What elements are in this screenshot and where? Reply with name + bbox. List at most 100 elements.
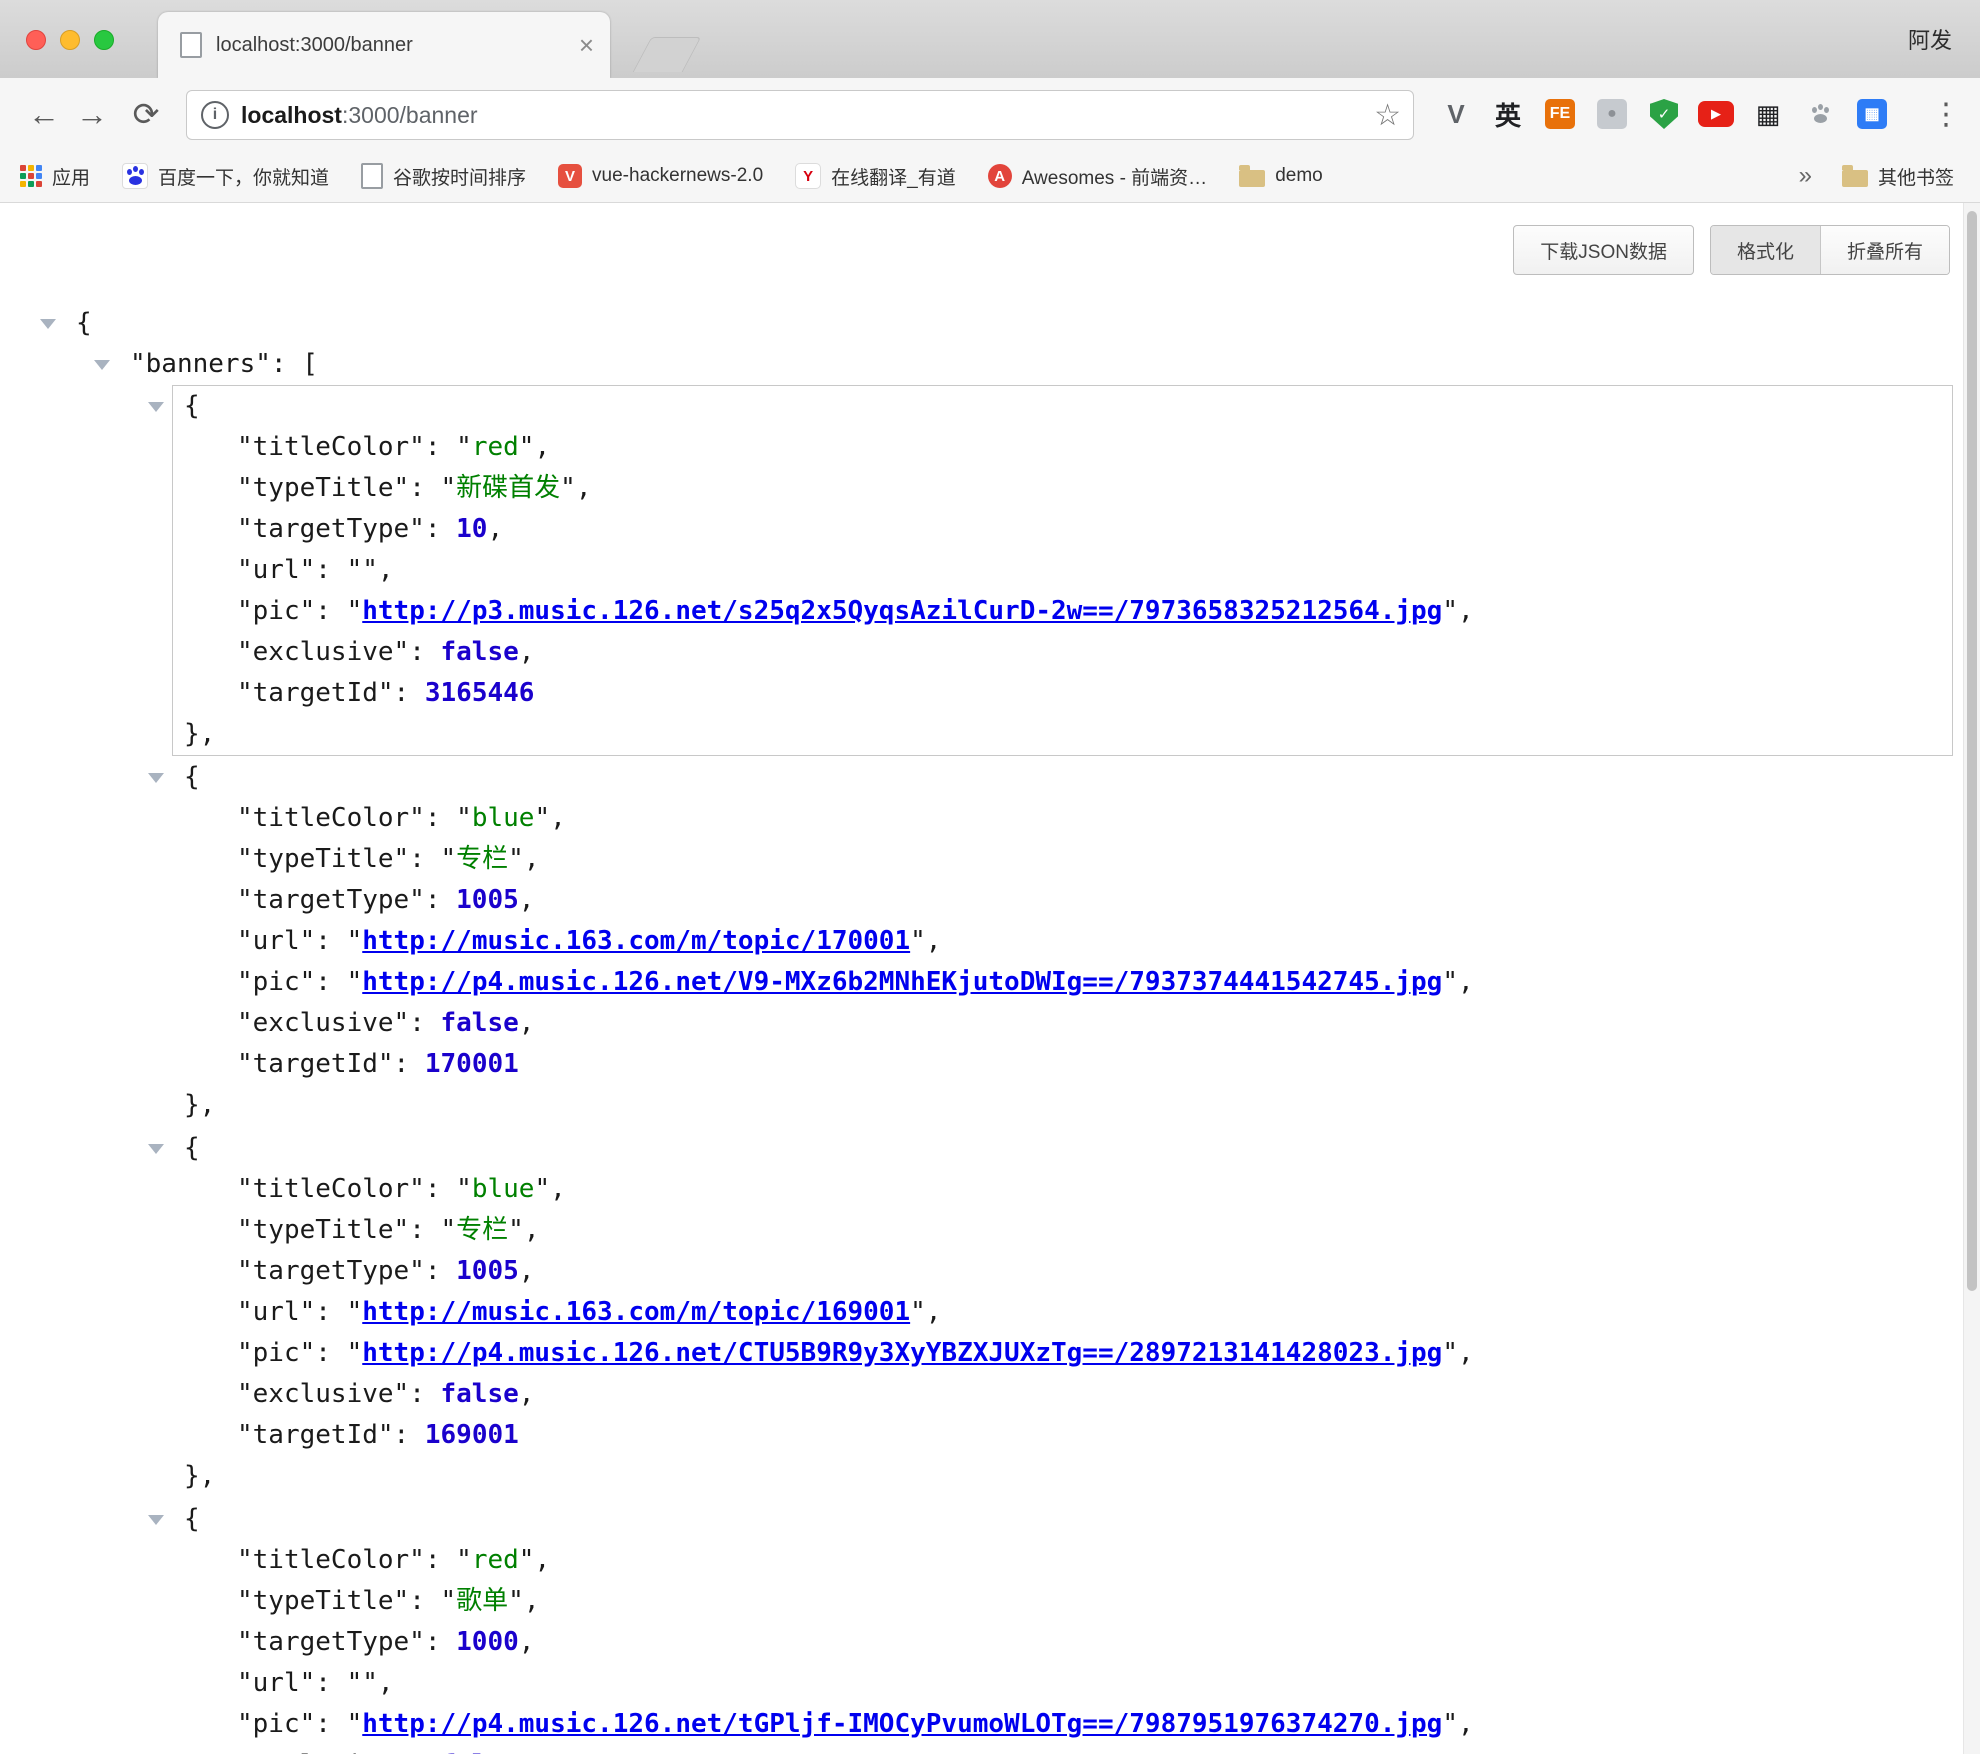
colon: :	[315, 926, 346, 956]
collapse-toggle-icon[interactable]	[148, 773, 164, 783]
vue-icon: V	[558, 164, 582, 188]
bookmark-item[interactable]: 谷歌按时间排序	[361, 163, 526, 190]
download-json-button[interactable]: 下载JSON数据	[1513, 225, 1694, 275]
collapse-toggle-icon[interactable]	[148, 1515, 164, 1525]
new-tab-button[interactable]	[633, 37, 702, 72]
json-line: "url": "http://music.163.com/m/topic/170…	[173, 921, 1952, 962]
json-line: {	[173, 1128, 1952, 1169]
key-name: "targetType"	[237, 1627, 425, 1657]
json-line: "titleColor": "red",	[173, 1540, 1952, 1581]
page-info-icon[interactable]: i	[201, 101, 229, 129]
json-url-link[interactable]: http://p4.music.126.net/tGPljf-IMOCyPvum…	[362, 1709, 1442, 1739]
comma: ,	[550, 1174, 566, 1204]
comma: ,	[487, 514, 503, 544]
browser-menu-button[interactable]: ⋮	[1926, 78, 1966, 150]
bookmark-label: 应用	[52, 163, 90, 190]
comma: ,	[519, 1750, 535, 1754]
json-url-link[interactable]: http://music.163.com/m/topic/170001	[362, 926, 910, 956]
json-tree: {"banners": [{"titleColor": "red","typeT…	[0, 303, 1953, 1754]
json-line: "typeTitle": "歌单",	[173, 1581, 1952, 1622]
minimize-window-button[interactable]	[60, 30, 80, 50]
bookmark-label: demo	[1275, 165, 1323, 187]
other-bookmarks-folder[interactable]: 其他书签	[1842, 163, 1954, 190]
folder-icon	[1842, 170, 1868, 187]
bookmark-item[interactable]: 百度一下，你就知道	[122, 163, 329, 190]
collapse-all-button[interactable]: 折叠所有	[1820, 226, 1949, 274]
reload-button[interactable]: ⟳	[124, 78, 168, 150]
colon-bracket: : [	[271, 349, 318, 379]
translate-icon[interactable]: 英	[1482, 78, 1534, 150]
json-url-link[interactable]: http://p3.music.126.net/s25q2x5QyqsAzilC…	[362, 596, 1442, 626]
extensions-row: V英FE●✓▶▦▦	[1430, 78, 1898, 150]
youtube-icon[interactable]: ▶	[1690, 78, 1742, 150]
collapse-toggle-icon[interactable]	[148, 1144, 164, 1154]
collapse-toggle-icon[interactable]	[148, 402, 164, 412]
boolean-value: false	[441, 637, 519, 667]
json-line: "targetId": 3165446	[173, 673, 1952, 714]
view-mode-group: 格式化 折叠所有	[1710, 225, 1950, 275]
fehelper-icon[interactable]: FE	[1534, 78, 1586, 150]
browser-tab[interactable]: localhost:3000/banner ×	[158, 12, 610, 78]
json-line: "targetType": 1005,	[173, 1251, 1952, 1292]
colon: :	[394, 678, 425, 708]
url-text[interactable]: localhost:3000/banner	[241, 102, 1374, 129]
shield-icon[interactable]: ✓	[1638, 78, 1690, 150]
paw-shape	[123, 164, 147, 188]
close-window-button[interactable]	[26, 30, 46, 50]
gray-dot-icon[interactable]: ●	[1586, 78, 1638, 150]
number-value: 10	[456, 514, 487, 544]
close-brace: },	[184, 719, 215, 749]
folder-icon	[1239, 170, 1265, 187]
json-line: "banners": [	[0, 344, 1953, 385]
colon: :	[409, 473, 440, 503]
collapse-toggle-icon[interactable]	[40, 319, 56, 329]
forward-button[interactable]: →	[70, 78, 114, 150]
json-line: "titleColor": "blue",	[173, 798, 1952, 839]
colon: :	[425, 885, 456, 915]
omnibox[interactable]: i localhost:3000/banner ☆	[186, 90, 1414, 140]
paw-icon	[1808, 102, 1832, 126]
fullscreen-window-button[interactable]	[94, 30, 114, 50]
format-button[interactable]: 格式化	[1711, 226, 1820, 274]
comma: ,	[378, 555, 394, 585]
back-button[interactable]: ←	[22, 78, 66, 150]
comma: ,	[378, 1668, 394, 1698]
key-name: "targetType"	[237, 514, 425, 544]
vimium-icon[interactable]: V	[1430, 78, 1482, 150]
page-icon	[361, 163, 383, 189]
bookmark-item[interactable]: AAwesomes - 前端资…	[988, 163, 1207, 190]
colon: :	[425, 803, 456, 833]
json-line: "typeTitle": "新碟首发",	[173, 468, 1952, 509]
key-name: "exclusive"	[237, 1379, 409, 1409]
bookmark-item[interactable]: Vvue-hackernews-2.0	[558, 164, 763, 188]
json-url-link[interactable]: http://p4.music.126.net/V9-MXz6b2MNhEKju…	[362, 967, 1442, 997]
tab-close-icon[interactable]: ×	[579, 32, 594, 58]
bookmark-item[interactable]: 应用	[20, 163, 90, 190]
paw-part	[1818, 104, 1823, 110]
scrollbar-thumb[interactable]	[1967, 211, 1977, 1291]
youdao-icon: Y	[795, 163, 821, 189]
blue-grid-icon[interactable]: ▦	[1846, 78, 1898, 150]
json-url-link[interactable]: http://p4.music.126.net/CTU5B9R9y3XyYBZX…	[362, 1338, 1442, 1368]
tab-title: localhost:3000/banner	[216, 34, 579, 57]
bookmark-star-icon[interactable]: ☆	[1374, 98, 1401, 133]
paw-icon[interactable]	[1794, 78, 1846, 150]
open-brace: {	[184, 1504, 200, 1534]
key-name: "titleColor"	[237, 1545, 425, 1575]
key-name: "typeTitle"	[237, 1215, 409, 1245]
key-name: "exclusive"	[237, 1008, 409, 1038]
key-name: "url"	[237, 555, 315, 585]
qrcode-icon[interactable]: ▦	[1742, 78, 1794, 150]
bookmark-item[interactable]: Y在线翻译_有道	[795, 163, 956, 190]
bookmarks-overflow-button[interactable]: »	[1799, 162, 1812, 190]
quote: "	[456, 803, 472, 833]
scrollbar-track[interactable]	[1963, 203, 1980, 1754]
collapse-toggle-icon[interactable]	[94, 360, 110, 370]
bookmark-item[interactable]: demo	[1239, 165, 1323, 187]
blue-grid-icon: ▦	[1857, 99, 1887, 129]
colon: :	[315, 1668, 346, 1698]
profile-name[interactable]: 阿发	[1908, 0, 1952, 78]
json-url-link[interactable]: http://music.163.com/m/topic/169001	[362, 1297, 910, 1327]
number-value: 1000	[456, 1627, 519, 1657]
json-line: "typeTitle": "专栏",	[173, 1210, 1952, 1251]
